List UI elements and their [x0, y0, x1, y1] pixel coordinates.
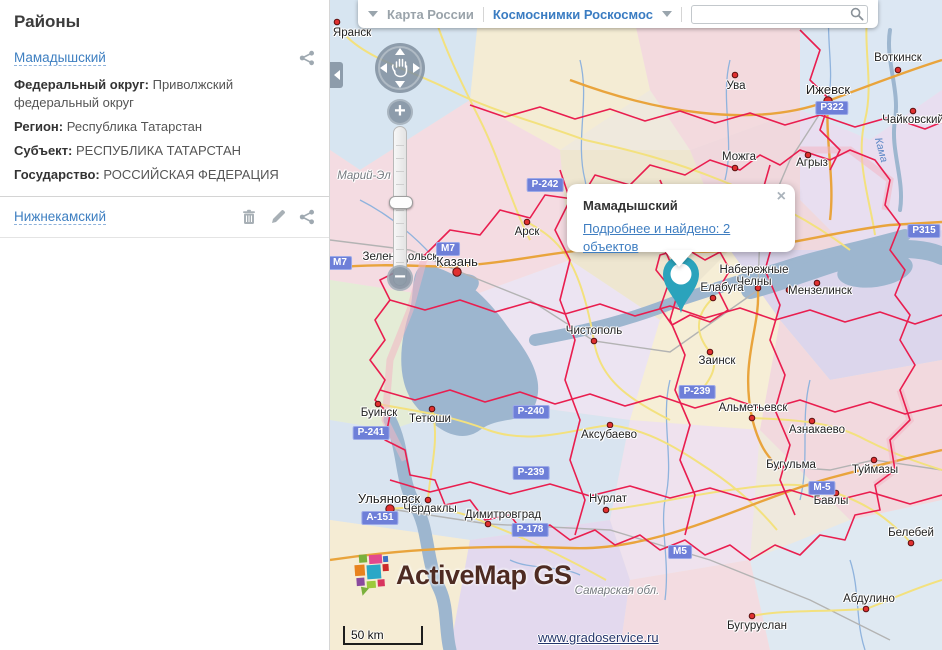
map-popup: × Мамадышский Подробнее и найдено: 2 объ…: [567, 184, 795, 252]
attribution-link[interactable]: www.gradoservice.ru: [538, 630, 659, 645]
divider: [681, 7, 682, 22]
district-link-mamadyshsky[interactable]: Мамадышский: [14, 50, 106, 66]
share-icon[interactable]: [299, 209, 315, 225]
activemap-app: Районы Мамадышский Федеральный округ: Пр…: [0, 0, 942, 650]
pencil-icon[interactable]: [270, 209, 286, 225]
zoom-out-button[interactable]: −: [387, 265, 413, 291]
detail-row: Федеральный округ: Приволжский федеральн…: [14, 76, 315, 112]
zoom-slider[interactable]: [393, 126, 407, 286]
search-icon[interactable]: [850, 7, 864, 21]
logo-text: ActiveMap GS: [396, 560, 572, 591]
district-item-nizhnekamsky: Нижнекамский: [14, 209, 315, 225]
detail-row: Регион: Республика Татарстан: [14, 118, 315, 136]
scale-label: 50 km: [345, 628, 384, 642]
logo-mosaic-icon: [352, 553, 392, 597]
divider: [483, 7, 484, 22]
map-pane[interactable]: ЯранскВоткинскУваИжевскЧайковскийМожгаАг…: [330, 0, 942, 650]
divider: [0, 196, 329, 197]
base-layer-switch[interactable]: Карта России: [387, 7, 474, 22]
layers-toolbar: Карта России Космоснимки Роскосмос: [358, 0, 878, 28]
detail-row: Субъект: РЕСПУБЛИКА ТАТАРСТАН: [14, 142, 315, 160]
district-link-nizhnekamsky[interactable]: Нижнекамский: [14, 209, 106, 225]
popup-title: Мамадышский: [583, 198, 779, 213]
share-icon[interactable]: [299, 50, 315, 66]
active-layer-switch[interactable]: Космоснимки Роскосмос: [493, 7, 653, 22]
search-box: [691, 5, 868, 24]
close-icon[interactable]: ×: [777, 188, 786, 206]
chevron-down-icon[interactable]: [368, 11, 378, 17]
chevron-down-icon[interactable]: [662, 11, 672, 17]
activemap-logo: ActiveMap GS: [352, 553, 572, 597]
zoom-slider-handle[interactable]: [389, 196, 413, 209]
divider: [0, 237, 329, 238]
district-details: Федеральный округ: Приволжский федеральн…: [14, 76, 315, 184]
trash-icon[interactable]: [241, 209, 257, 225]
popup-details-link[interactable]: Подробнее и найдено: 2 объектов: [583, 221, 730, 254]
search-input[interactable]: [691, 5, 868, 24]
sidebar-collapse-button[interactable]: [330, 62, 343, 88]
district-item-mamadyshsky: Мамадышский: [14, 50, 315, 66]
pan-control[interactable]: [374, 42, 426, 94]
popup-tail: [664, 250, 694, 267]
scale-bar: 50 km: [343, 626, 423, 645]
detail-row: Государство: РОССИЙСКАЯ ФЕДЕРАЦИЯ: [14, 166, 315, 184]
districts-sidebar: Районы Мамадышский Федеральный округ: Пр…: [0, 0, 330, 650]
zoom-in-button[interactable]: +: [387, 99, 413, 125]
page-title: Районы: [14, 12, 315, 32]
